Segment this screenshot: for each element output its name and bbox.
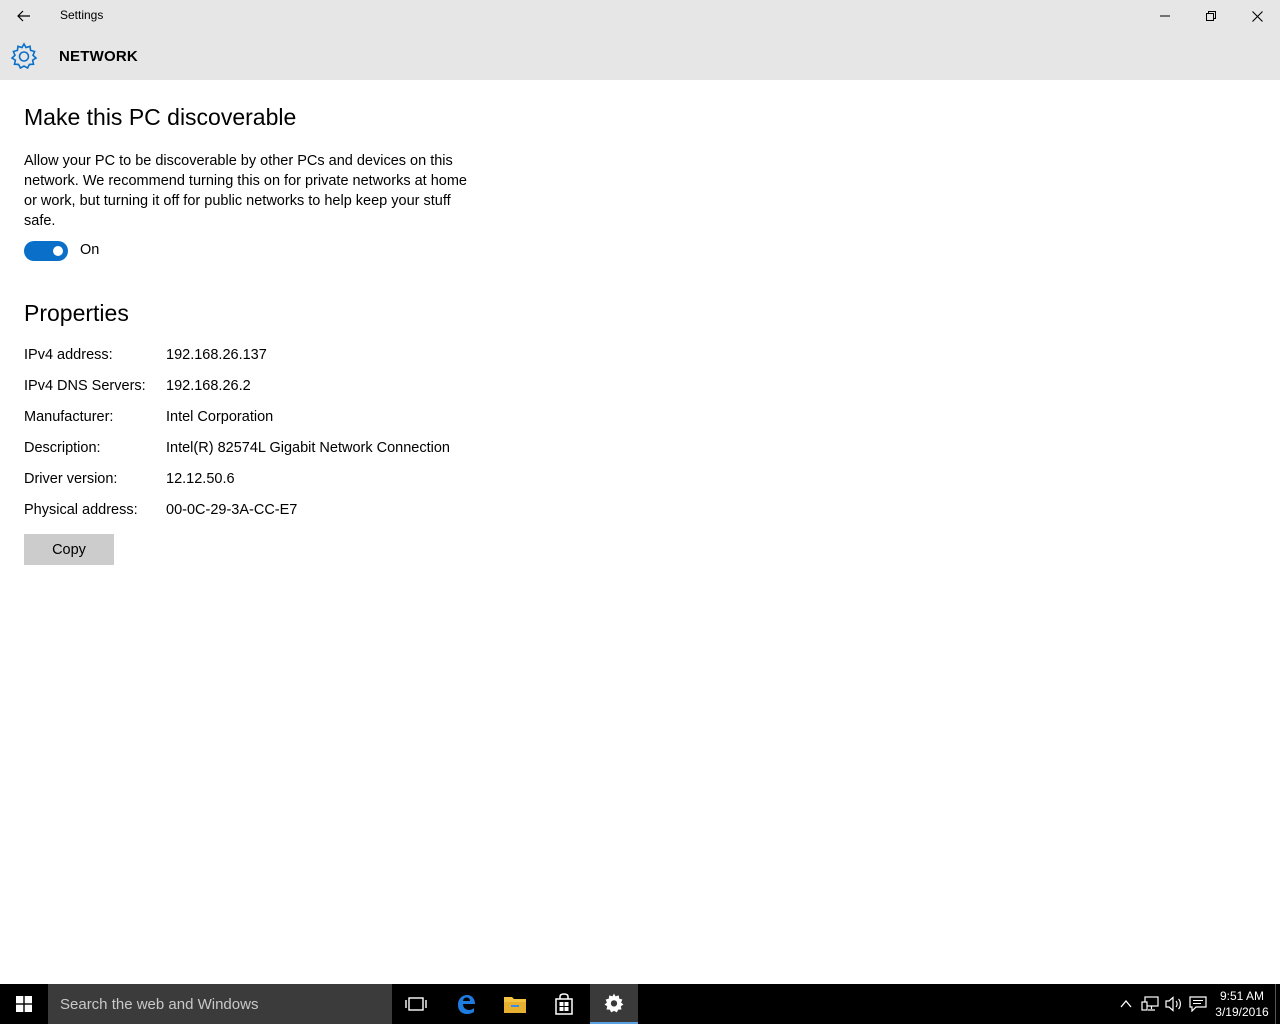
clock-time: 9:51 AM — [1219, 989, 1265, 1003]
store-icon — [555, 993, 573, 1015]
page-header: NETWORK — [0, 32, 1280, 80]
file-explorer-taskbar-button[interactable] — [491, 984, 539, 1024]
taskbar: Search the web and Windows 9:51 AM 3/19/… — [0, 984, 1280, 1024]
network-icon — [1141, 996, 1159, 1011]
edge-icon — [458, 995, 475, 1014]
file-explorer-icon — [504, 997, 526, 1013]
action-center-icon — [1189, 996, 1207, 1012]
page-title: NETWORK — [59, 48, 138, 65]
discoverable-heading: Make this PC discoverable — [24, 104, 297, 130]
gear-icon — [10, 42, 38, 70]
task-view-button[interactable] — [392, 984, 440, 1024]
property-value: 12.12.50.6 — [166, 471, 235, 487]
property-value: Intel Corporation — [166, 409, 274, 425]
taskbar-search-box[interactable]: Search the web and Windows — [48, 984, 392, 1024]
task-view-icon — [405, 997, 427, 1011]
clock-date: 3/19/2016 — [1215, 1005, 1269, 1019]
title-bar: Settings — [0, 0, 1280, 32]
show-desktop-button[interactable] — [1275, 984, 1280, 1024]
property-label: Manufacturer: — [24, 409, 114, 425]
arrow-left-icon — [17, 10, 30, 22]
property-label: Physical address: — [24, 502, 138, 518]
edge-taskbar-button[interactable] — [442, 984, 490, 1024]
chevron-up-icon — [1120, 1000, 1132, 1008]
windows-logo-icon — [16, 996, 32, 1012]
toggle-state-label: On — [80, 242, 100, 258]
volume-tray-button[interactable] — [1164, 994, 1184, 1014]
toggle-knob — [53, 246, 63, 256]
close-button[interactable] — [1234, 0, 1280, 32]
discoverable-description: Allow your PC to be discoverable by othe… — [24, 153, 467, 229]
property-value: Intel(R) 82574L Gigabit Network Connecti… — [166, 440, 450, 456]
property-label: Description: — [24, 440, 101, 456]
settings-gear-icon — [604, 993, 624, 1013]
volume-icon — [1165, 996, 1181, 1012]
property-label: Driver version: — [24, 471, 118, 487]
store-taskbar-button[interactable] — [540, 984, 588, 1024]
restore-icon — [1206, 11, 1216, 21]
start-button[interactable] — [0, 984, 48, 1024]
search-placeholder: Search the web and Windows — [60, 996, 259, 1013]
property-label: IPv4 address: — [24, 347, 113, 363]
restore-button[interactable] — [1188, 0, 1234, 32]
copy-button[interactable]: Copy — [24, 534, 114, 565]
property-value: 00-0C-29-3A-CC-E7 — [166, 502, 298, 518]
back-button[interactable] — [0, 0, 48, 32]
show-hidden-icons-button[interactable] — [1116, 994, 1136, 1014]
network-tray-button[interactable] — [1140, 994, 1160, 1014]
discoverable-toggle-row: On — [24, 241, 99, 261]
minimize-icon — [1160, 15, 1170, 17]
property-label: IPv4 DNS Servers: — [24, 378, 146, 394]
window-title: Settings — [60, 8, 104, 22]
property-value: 192.168.26.137 — [166, 347, 267, 363]
minimize-button[interactable] — [1142, 0, 1188, 32]
settings-taskbar-button[interactable] — [590, 984, 638, 1024]
properties-heading: Properties — [24, 300, 129, 326]
property-value: 192.168.26.2 — [166, 378, 251, 394]
discoverable-toggle[interactable] — [24, 241, 68, 261]
close-icon — [1251, 10, 1263, 22]
taskbar-clock[interactable]: 9:51 AM 3/19/2016 — [1212, 988, 1272, 1020]
action-center-button[interactable] — [1188, 994, 1208, 1014]
